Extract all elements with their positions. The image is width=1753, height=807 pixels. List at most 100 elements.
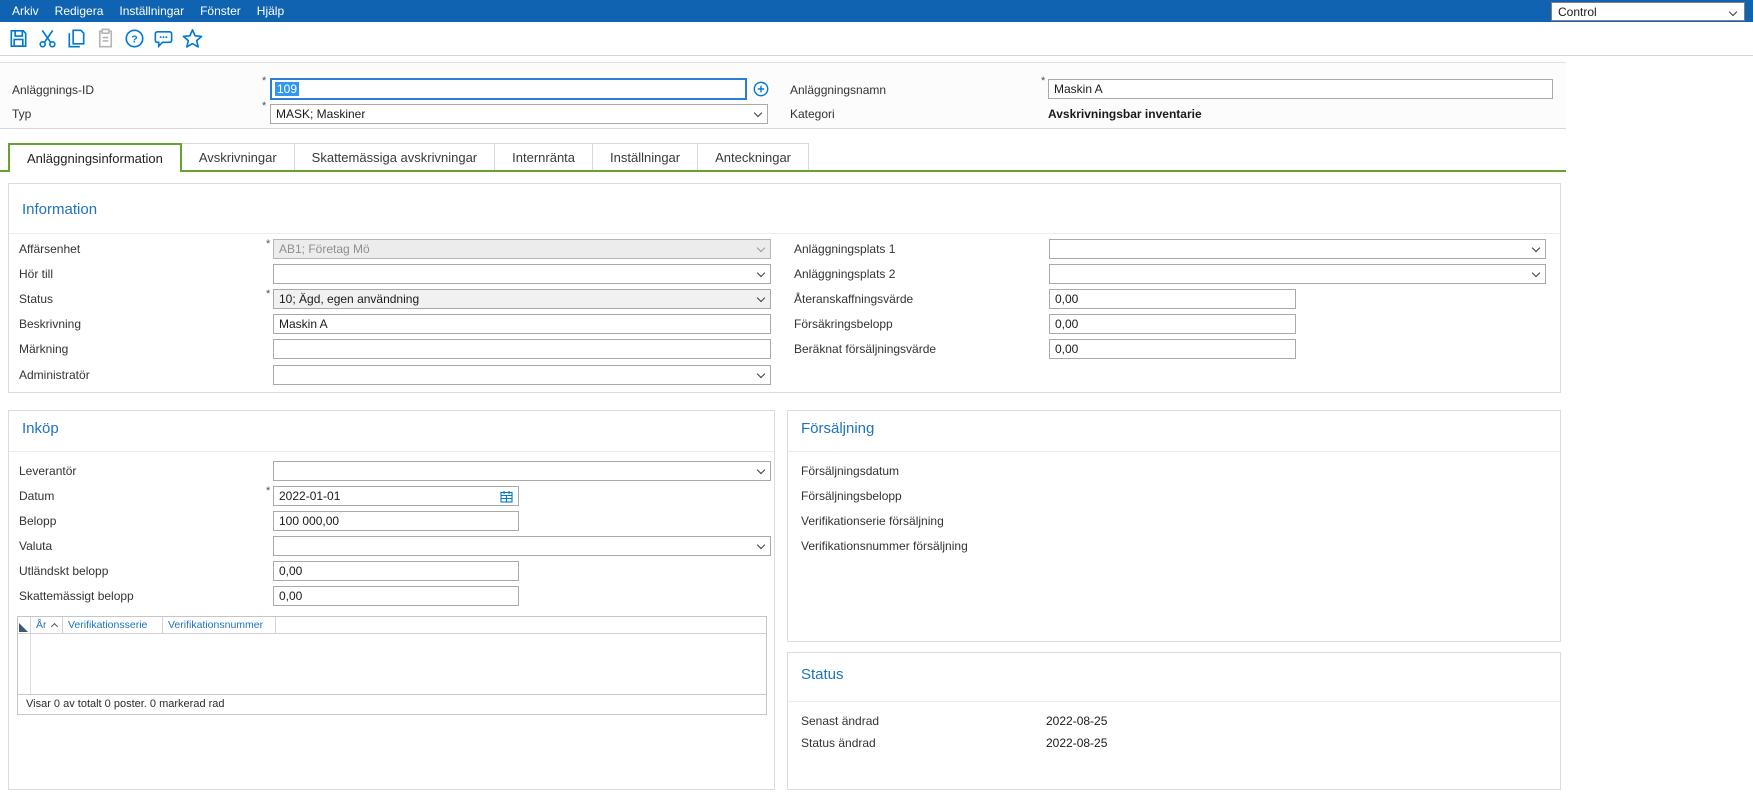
- chevron-down-icon: [756, 369, 766, 379]
- grid-col-verifikationsserie[interactable]: Verifikationsserie: [63, 617, 163, 633]
- required-marker: *: [262, 75, 267, 87]
- paste-icon: [91, 25, 119, 53]
- form-row: Anläggningsplats 1: [9, 238, 1560, 263]
- chevron-down-icon: [756, 465, 766, 475]
- form-row: Status ändrad 2022-08-25: [788, 732, 1560, 757]
- kategori-value: Avskrivningsbar inventarie: [1048, 107, 1202, 121]
- skattemassigt-belopp-input[interactable]: 0,00: [273, 586, 519, 606]
- required-marker: *: [266, 485, 271, 497]
- information-section: Information Affärsenhet * AB1; Företag M…: [8, 183, 1561, 393]
- form-row: Datum * 2022-01-01: [9, 485, 774, 510]
- required-marker: *: [262, 100, 267, 112]
- verifikation-grid: År Verifikationsserie Verifikationsnumme…: [17, 616, 767, 715]
- select-all-triangle-icon: [19, 623, 28, 632]
- toolbar: ?: [0, 22, 1753, 56]
- datum-input[interactable]: 2022-01-01: [273, 486, 519, 506]
- ateranskaffningsvarde-label: Återanskaffningsvärde: [794, 292, 914, 306]
- typ-label: Typ: [12, 107, 32, 121]
- beraknat-forsaljningsvarde-label: Beräknat försäljningsvärde: [794, 342, 937, 356]
- cut-icon[interactable]: [33, 25, 61, 53]
- tab-installningar[interactable]: Inställningar: [593, 143, 699, 170]
- administrator-dropdown[interactable]: [273, 365, 771, 385]
- menu-installningar[interactable]: Inställningar: [111, 0, 192, 22]
- typ-dropdown[interactable]: MASK; Maskiner: [270, 104, 768, 124]
- control-dropdown[interactable]: Control: [1551, 2, 1745, 21]
- leverantor-label: Leverantör: [19, 464, 77, 478]
- goto-icon[interactable]: [753, 81, 769, 97]
- valuta-dropdown[interactable]: [273, 536, 771, 556]
- form-row: Verifikationsnummer försäljning: [788, 535, 1560, 560]
- anlaggningsnamn-label: Anläggningsnamn: [790, 83, 887, 97]
- comment-icon[interactable]: [149, 25, 177, 53]
- section-title: Status: [801, 666, 844, 683]
- chevron-down-icon: [756, 540, 766, 550]
- anlaggningsnamn-input[interactable]: Maskin A: [1048, 79, 1553, 99]
- senast-andrad-label: Senast ändrad: [801, 714, 880, 728]
- tab-avskrivningar[interactable]: Avskrivningar: [181, 143, 295, 170]
- grid-header: År Verifikationsserie Verifikationsnumme…: [18, 617, 766, 634]
- utlandskt-belopp-input[interactable]: 0,00: [273, 561, 519, 581]
- kategori-label: Kategori: [790, 107, 835, 121]
- divider: [9, 451, 774, 452]
- form-row: Belopp 100 000,00: [9, 510, 774, 535]
- menu-fonster[interactable]: Fönster: [192, 0, 249, 22]
- forsakringsbelopp-label: Försäkringsbelopp: [794, 317, 893, 331]
- skattemassigt-belopp-label: Skattemässigt belopp: [19, 589, 134, 603]
- menu-redigera[interactable]: Redigera: [47, 0, 112, 22]
- anlaggnings-id-label: Anläggnings-ID: [12, 83, 95, 97]
- belopp-input[interactable]: 100 000,00: [273, 511, 519, 531]
- application-window: Arkiv Redigera Inställningar Fönster Hjä…: [0, 0, 1753, 807]
- save-icon[interactable]: [4, 25, 32, 53]
- status-andrad-value: 2022-08-25: [1046, 736, 1108, 750]
- form-row: Verifikationserie försäljning: [788, 510, 1560, 535]
- tab-skattemassiga-avskrivningar[interactable]: Skattemässiga avskrivningar: [294, 143, 496, 170]
- verifikationsnummer-forsaljning-label: Verifikationsnummer försäljning: [801, 539, 968, 553]
- ateranskaffningsvarde-input[interactable]: 0,00: [1049, 289, 1296, 309]
- divider: [9, 233, 1560, 234]
- tab-anlaggningsinformation[interactable]: Anläggningsinformation: [8, 143, 182, 172]
- menu-hjalp[interactable]: Hjälp: [249, 0, 292, 22]
- favorite-icon[interactable]: [178, 25, 206, 53]
- form-row: Administratör: [9, 364, 1560, 389]
- form-row: Försäkringsbelopp 0,00: [9, 313, 1560, 338]
- help-icon[interactable]: ?: [120, 25, 148, 53]
- leverantor-dropdown[interactable]: [273, 461, 771, 481]
- tab-internranta[interactable]: Internränta: [495, 143, 594, 170]
- anlaggningsplats2-dropdown[interactable]: [1049, 264, 1546, 284]
- forsaljning-section: Försäljning Försäljningsdatum Försäljnin…: [787, 410, 1561, 642]
- beraknat-forsaljningsvarde-input[interactable]: 0,00: [1049, 339, 1296, 359]
- forsakringsbelopp-input[interactable]: 0,00: [1049, 314, 1296, 334]
- grid-col-ar[interactable]: År: [31, 617, 63, 633]
- form-row: Skattemässigt belopp 0,00: [9, 585, 774, 610]
- grid-body[interactable]: [18, 634, 766, 694]
- chevron-down-icon: [1728, 7, 1738, 17]
- calendar-icon[interactable]: [500, 490, 513, 503]
- anlaggnings-id-input[interactable]: 109: [270, 78, 747, 100]
- administrator-label: Administratör: [19, 368, 90, 382]
- form-row: Beräknat försäljningsvärde 0,00: [9, 338, 1560, 363]
- menu-arkiv[interactable]: Arkiv: [4, 0, 47, 22]
- required-marker: *: [1041, 75, 1046, 87]
- section-title: Inköp: [22, 420, 59, 437]
- form-row: Valuta: [9, 535, 774, 560]
- belopp-label: Belopp: [19, 514, 57, 528]
- grid-select-all-cell[interactable]: [18, 617, 31, 633]
- forsaljningsbelopp-label: Försäljningsbelopp: [801, 489, 902, 503]
- chevron-down-icon: [753, 108, 763, 118]
- grid-col-verifikationsnummer[interactable]: Verifikationsnummer: [163, 617, 276, 633]
- status-section: Status Senast ändrad 2022-08-25 Status ä…: [787, 652, 1561, 790]
- tabstrip: Anläggningsinformation Avskrivningar Ska…: [8, 143, 810, 172]
- form-row: Anläggningsplats 2: [9, 263, 1560, 288]
- form-row: Försäljningsbelopp: [788, 485, 1560, 510]
- section-title: Information: [22, 201, 98, 218]
- valuta-label: Valuta: [19, 539, 53, 553]
- form-row: Försäljningsdatum: [788, 460, 1560, 485]
- copy-icon[interactable]: [62, 25, 90, 53]
- chevron-down-icon: [1531, 268, 1541, 278]
- section-title: Försäljning: [801, 420, 875, 437]
- control-dropdown-value: Control: [1558, 4, 1597, 19]
- status-andrad-label: Status ändrad: [801, 736, 876, 750]
- tab-anteckningar[interactable]: Anteckningar: [698, 143, 810, 170]
- sort-ascending-icon: [50, 622, 58, 630]
- anlaggningsplats1-dropdown[interactable]: [1049, 239, 1546, 259]
